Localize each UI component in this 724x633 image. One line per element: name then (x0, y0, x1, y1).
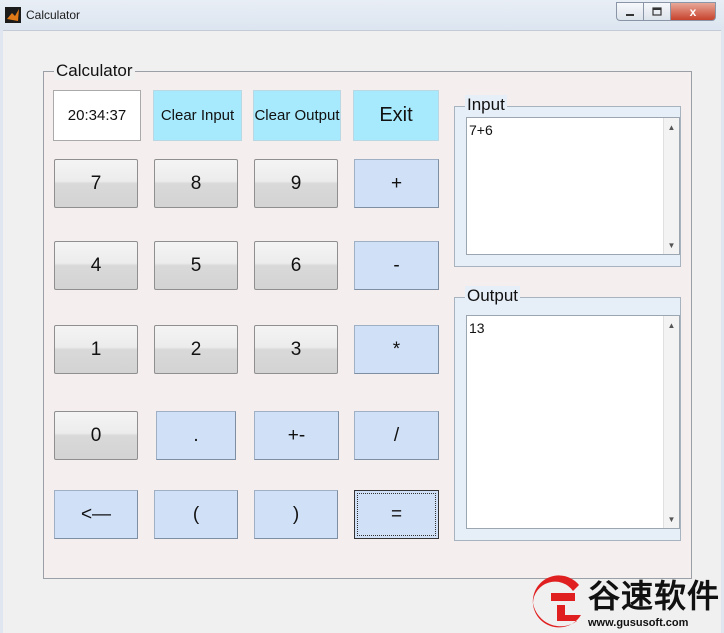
close-icon: x (689, 4, 697, 19)
key-2[interactable]: 2 (154, 325, 238, 374)
key-1[interactable]: 1 (54, 325, 138, 374)
scroll-down-icon[interactable]: ▼ (664, 238, 679, 252)
output-textbox[interactable]: 13 ▲ ▼ (466, 315, 680, 529)
input-value: 7+6 (469, 122, 493, 138)
key-backspace[interactable]: <— (54, 490, 138, 539)
minimize-button[interactable] (616, 2, 643, 21)
scroll-down-icon[interactable]: ▼ (664, 512, 679, 526)
clock-display: 20:34:37 (53, 90, 141, 141)
maximize-button[interactable] (643, 2, 670, 21)
key-4[interactable]: 4 (54, 241, 138, 290)
clear-input-button[interactable]: Clear Input (153, 90, 242, 141)
key-5[interactable]: 5 (154, 241, 238, 290)
panel-title: Calculator (54, 61, 135, 80)
window-title: Calculator (26, 8, 81, 22)
minimize-icon (626, 13, 634, 16)
exit-button[interactable]: Exit (353, 90, 439, 141)
input-scrollbar[interactable]: ▲ ▼ (663, 118, 679, 254)
key-plus[interactable]: + (354, 159, 439, 208)
watermark-url: www.gususoft.com (588, 617, 689, 629)
key-minus[interactable]: - (354, 241, 439, 290)
key-0[interactable]: 0 (54, 411, 138, 460)
input-textbox[interactable]: 7+6 ▲ ▼ (466, 117, 680, 255)
output-value: 13 (469, 320, 485, 336)
key-negate[interactable]: +- (254, 411, 339, 460)
key-6[interactable]: 6 (254, 241, 338, 290)
matlab-icon (5, 7, 21, 23)
key-divide[interactable]: / (354, 411, 439, 460)
key-8[interactable]: 8 (154, 159, 238, 208)
clear-output-button[interactable]: Clear Output (253, 90, 341, 141)
maximize-icon (652, 6, 662, 16)
gusu-logo-icon (532, 575, 581, 628)
window-controls: x (616, 2, 716, 21)
scroll-up-icon[interactable]: ▲ (664, 318, 679, 332)
key-equals[interactable]: = (354, 490, 439, 539)
output-scrollbar[interactable]: ▲ ▼ (663, 316, 679, 528)
key-7[interactable]: 7 (54, 159, 138, 208)
close-button[interactable]: x (670, 2, 716, 21)
window-titlebar: Calculator x (0, 0, 724, 31)
key-right-paren[interactable]: ) (254, 490, 338, 539)
window-frame-left (0, 30, 3, 633)
scroll-up-icon[interactable]: ▲ (664, 120, 679, 134)
watermark-name: 谷速软件 (588, 578, 721, 614)
key-multiply[interactable]: * (354, 325, 439, 374)
key-3[interactable]: 3 (254, 325, 338, 374)
key-9[interactable]: 9 (254, 159, 338, 208)
key-decimal[interactable]: . (156, 411, 236, 460)
output-group-title: Output (465, 286, 521, 305)
key-left-paren[interactable]: ( (154, 490, 238, 539)
input-group-title: Input (465, 95, 507, 114)
